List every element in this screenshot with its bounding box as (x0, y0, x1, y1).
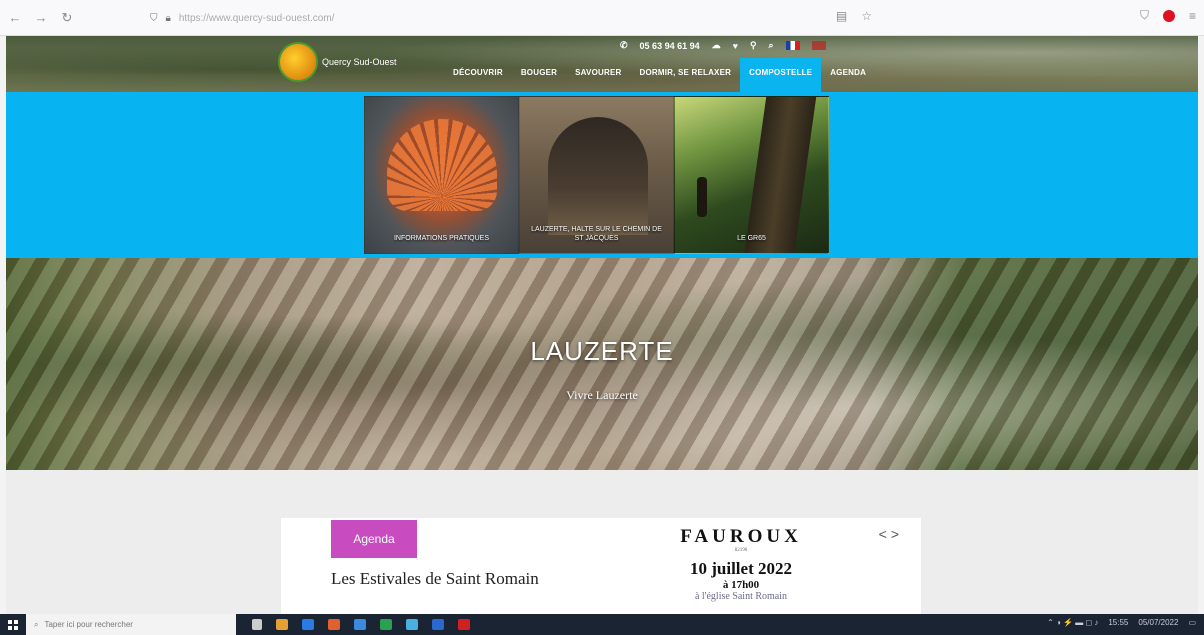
phone-number[interactable]: 05 63 94 61 94 (640, 41, 700, 51)
clock-time[interactable]: 15:55 (1108, 618, 1128, 627)
search-icon[interactable]: ⌕ (769, 40, 774, 51)
tile-label: INFORMATIONS PRATIQUES (393, 235, 490, 242)
taskbar-search[interactable]: ⌕ Taper ici pour rechercher (26, 614, 236, 635)
phone-icon: ✆ (620, 40, 628, 50)
heart-icon[interactable]: ♥ (733, 41, 738, 51)
nav-item-agenda[interactable]: AGENDA (821, 58, 875, 92)
scallop-shell-image (387, 119, 497, 211)
task-view-icon[interactable] (252, 619, 262, 630)
hiker-image (697, 177, 707, 217)
nav-item-dormir[interactable]: DORMIR, SE RELAXER (631, 58, 741, 92)
hero-subtitle: Vivre Lauzerte (566, 388, 638, 402)
nav-item-savourer[interactable]: SAVOURER (566, 58, 630, 92)
flag-en-icon[interactable] (811, 41, 826, 50)
menu-icon[interactable]: ≡ (1189, 9, 1196, 23)
tile-label: LAUZERTE, HALTE SUR LE CHEMIN DE ST JACQ… (531, 226, 662, 242)
agenda-card: Agenda Les Estivales de Saint Romain FAU… (281, 518, 921, 614)
map-pin-icon[interactable]: ⚲ (750, 40, 757, 51)
search-icon: ⌕ (34, 619, 39, 629)
file-explorer-icon[interactable] (302, 619, 314, 630)
windows-taskbar: ⌕ Taper ici pour rechercher ⌃ ◑ ⚡ ▬ ◻ ♪ … (0, 614, 1204, 635)
tile-label: LE GR65 (737, 235, 766, 242)
shield-icon[interactable]: ⛉ (1140, 8, 1149, 23)
clock-date[interactable]: 05/07/2022 (1138, 618, 1178, 627)
start-button[interactable] (0, 614, 26, 635)
event-poster[interactable]: FAUROUX 82190 10 juillet 2022 à 17h00 à … (641, 518, 841, 614)
carousel-arrows[interactable]: <> (879, 526, 903, 542)
nav-item-compostelle[interactable]: COMPOSTELLE (740, 58, 822, 92)
poster-postcode: 82190 (734, 548, 748, 553)
poster-time: à 17h00 (722, 579, 760, 591)
taskbar-search-placeholder: Taper ici pour rechercher (44, 620, 133, 629)
app-icon[interactable] (380, 619, 392, 630)
notification-icon[interactable]: ▭ (1188, 618, 1196, 627)
logo-text: Quercy Sud-Ouest (322, 57, 397, 67)
menu-tile-gr65[interactable]: LE GR65 (674, 96, 829, 254)
edge-icon[interactable] (354, 619, 366, 630)
site-logo[interactable]: Quercy Sud-Ouest (278, 42, 397, 82)
stone-arch-image (548, 117, 648, 235)
agenda-badge[interactable]: Agenda (331, 520, 417, 558)
menu-tile-infos[interactable]: INFORMATIONS PRATIQUES (364, 96, 519, 254)
app-icon[interactable] (432, 619, 444, 630)
hero-banner: LAUZERTE Vivre Lauzerte (6, 258, 1198, 470)
site-header: Quercy Sud-Ouest ✆ 05 63 94 61 94 ☁ ♥ ⚲ … (6, 36, 1198, 92)
logo-sun-icon (278, 42, 318, 82)
windows-logo-icon (8, 619, 18, 630)
reload-icon[interactable]: ↻ (56, 7, 78, 29)
bookmark-star-icon[interactable]: ☆ (861, 9, 872, 23)
lock-icon: 🔒︎ (165, 12, 171, 24)
url-text: https://www.quercy-sud-ouest.com/ (178, 12, 335, 24)
poster-venue: à l'église Saint Romain (694, 591, 788, 602)
menu-tile-lauzerte-halte[interactable]: LAUZERTE, HALTE SUR LE CHEMIN DE ST JACQ… (519, 96, 674, 254)
reader-icon[interactable]: ▤ (836, 9, 847, 23)
system-tray: ⌃ ◑ ⚡ ▬ ◻ ♪ 15:55 05/07/2022 ▭ (1047, 618, 1196, 627)
cloud-icon[interactable]: ☁ (712, 40, 721, 51)
adblock-icon[interactable] (1162, 9, 1175, 22)
nav-item-bouger[interactable]: BOUGER (512, 58, 566, 92)
tree-image (743, 97, 817, 253)
forward-icon[interactable]: → (30, 7, 52, 29)
firefox-icon[interactable] (276, 619, 288, 630)
main-navigation: DÉCOUVRIR BOUGER SAVOURER DORMIR, SE REL… (444, 58, 875, 92)
pdf-reader-icon[interactable] (458, 619, 470, 630)
app-icon[interactable] (406, 619, 418, 630)
compostelle-dropdown: INFORMATIONS PRATIQUES LAUZERTE, HALTE S… (6, 92, 1198, 258)
hero-title: LAUZERTE (530, 336, 674, 366)
back-icon[interactable]: ← (4, 7, 26, 29)
poster-town: FAUROUX (680, 526, 802, 547)
nav-item-decouvrir[interactable]: DÉCOUVRIR (444, 58, 512, 92)
top-utilities: ✆ 05 63 94 61 94 ☁ ♥ ⚲ ⌕ (620, 40, 826, 51)
flag-fr-icon[interactable] (785, 41, 800, 50)
tray-icons[interactable]: ⌃ ◑ ⚡ ▬ ◻ ♪ (1047, 618, 1098, 627)
browser-toolbar: ← → ↻ ⛉ 🔒︎ https://www.quercy-sud-ouest.… (0, 0, 1204, 36)
poster-date: 10 juillet 2022 (690, 559, 792, 578)
app-icon[interactable] (328, 619, 340, 630)
main-content: Agenda Les Estivales de Saint Romain FAU… (6, 470, 1198, 614)
event-title[interactable]: Les Estivales de Saint Romain (331, 568, 551, 589)
shield-icon: ⛉ (150, 12, 158, 24)
